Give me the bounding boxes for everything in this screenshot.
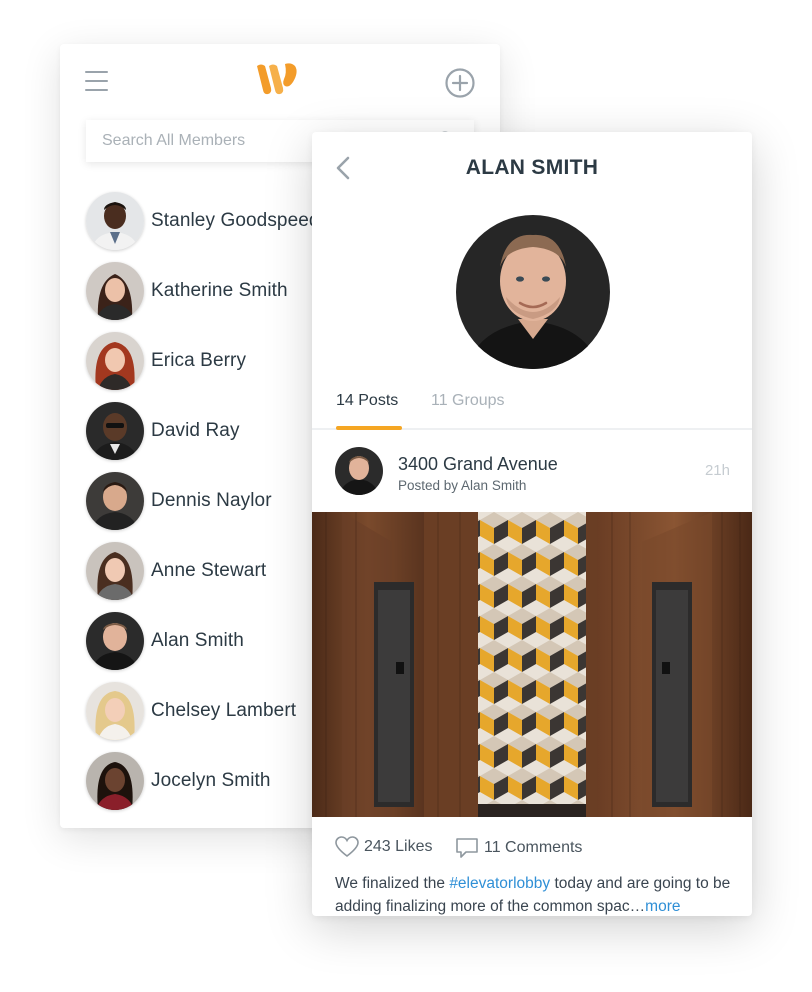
- member-name: Stanley Goodspeed: [151, 210, 320, 231]
- caption-text-start: We finalized the: [335, 875, 450, 892]
- member-name: Anne Stewart: [151, 560, 267, 581]
- comments-button[interactable]: 11 Comments: [455, 836, 582, 860]
- profile-screen: ALAN SMITH 14 Posts 11 Groups 3400 Grand…: [312, 132, 752, 916]
- like-button[interactable]: 243 Likes: [335, 836, 433, 858]
- member-name: Jocelyn Smith: [151, 770, 271, 791]
- post-author-avatar[interactable]: [335, 447, 383, 495]
- heart-icon: [335, 836, 359, 858]
- avatar: [86, 542, 144, 600]
- avatar: [86, 262, 144, 320]
- post-image[interactable]: [312, 512, 752, 817]
- post-timestamp: 21h: [704, 462, 730, 479]
- post-title[interactable]: 3400 Grand Avenue: [398, 454, 558, 475]
- avatar: [86, 192, 144, 250]
- members-header: [60, 44, 500, 120]
- member-name: Erica Berry: [151, 350, 247, 371]
- comments-count: 11 Comments: [484, 839, 583, 856]
- avatar: [86, 332, 144, 390]
- app-logo: [257, 63, 297, 95]
- avatar: [86, 682, 144, 740]
- post-actions: 243 Likes 11 Comments: [312, 832, 752, 862]
- page-title: ALAN SMITH: [465, 156, 599, 179]
- add-circle-icon[interactable]: [444, 67, 476, 99]
- profile-avatar: [456, 215, 610, 369]
- hamburger-menu-icon[interactable]: [85, 71, 108, 91]
- post-author: Posted by Alan Smith: [398, 478, 527, 493]
- comment-icon: [456, 838, 478, 858]
- member-name: Katherine Smith: [151, 280, 288, 301]
- post-caption: We finalized the #elevatorlobby today an…: [335, 872, 735, 916]
- avatar: [86, 402, 144, 460]
- avatar: [86, 472, 144, 530]
- active-tab-indicator: [336, 426, 402, 430]
- tab-groups[interactable]: 11 Groups: [431, 392, 505, 410]
- member-name: Alan Smith: [151, 630, 244, 651]
- member-name: Dennis Naylor: [151, 490, 272, 511]
- profile-tabs: 14 Posts 11 Groups: [312, 382, 752, 430]
- hashtag-link[interactable]: #elevatorlobby: [449, 875, 550, 892]
- avatar: [86, 612, 144, 670]
- likes-count: 243 Likes: [364, 838, 433, 855]
- member-name: Chelsey Lambert: [151, 700, 297, 721]
- avatar: [86, 752, 144, 810]
- more-link[interactable]: more: [645, 898, 680, 915]
- post-header: 3400 Grand Avenue Posted by Alan Smith 2…: [312, 432, 752, 512]
- tab-posts[interactable]: 14 Posts: [336, 392, 398, 410]
- member-name: David Ray: [151, 420, 240, 441]
